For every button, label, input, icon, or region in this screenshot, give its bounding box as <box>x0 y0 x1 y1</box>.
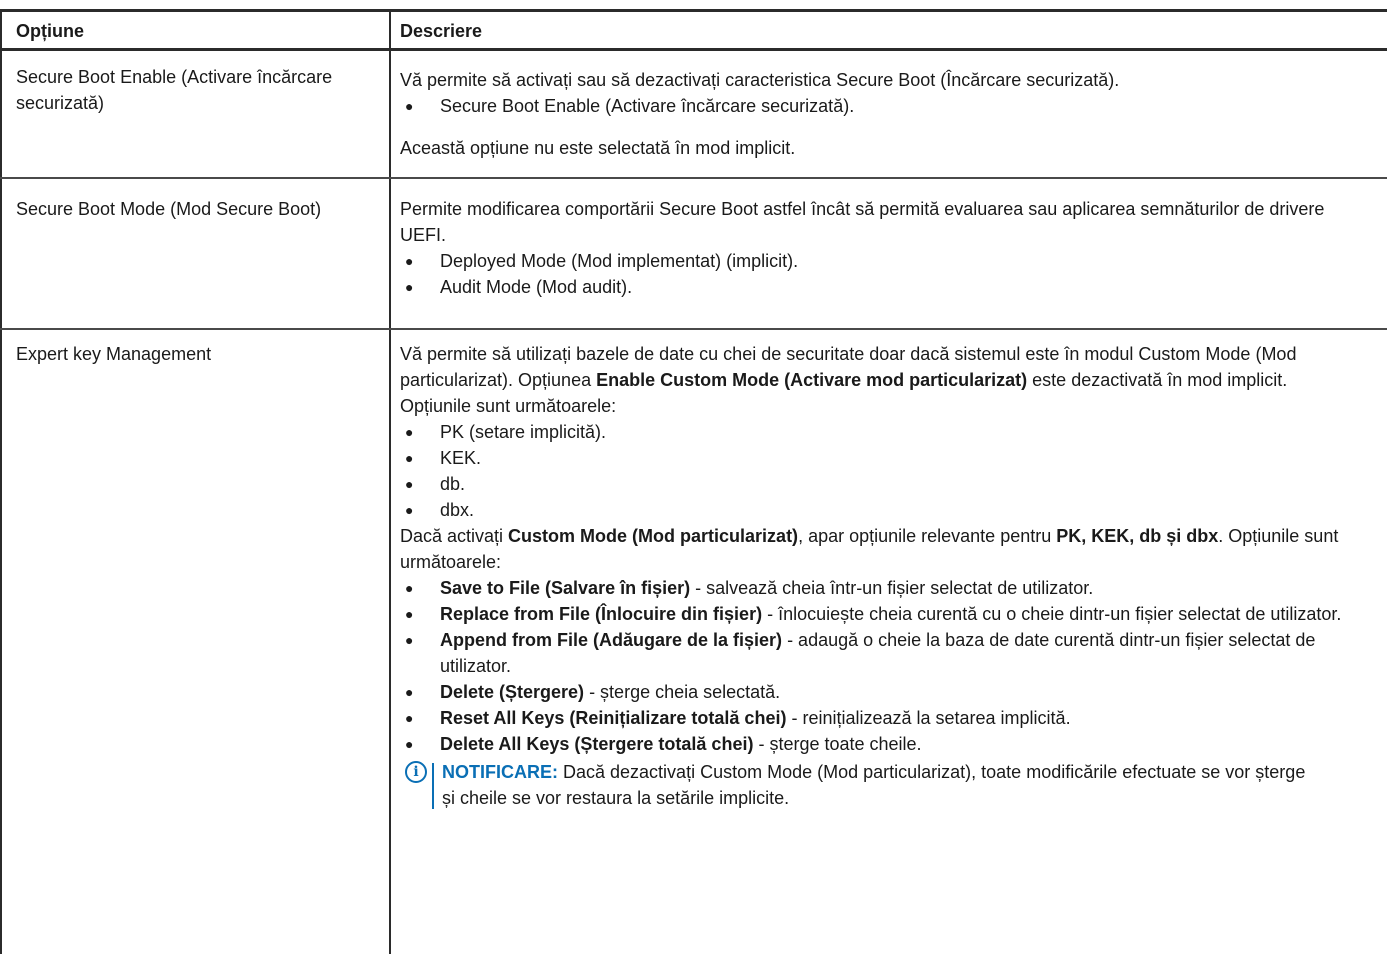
bullet-icon: ● <box>405 253 414 269</box>
description-secure-boot-mode: Permite modificarea comportării Secure B… <box>400 196 1375 300</box>
table-left-border <box>0 9 2 954</box>
bullet-icon: ● <box>405 632 414 648</box>
note-label: NOTIFICARE: <box>442 762 558 782</box>
list-item: ● PK (setare implicită). <box>400 419 1375 445</box>
description-text: Această opțiune nu este selectată în mod… <box>400 138 796 158</box>
bullet-icon: ● <box>405 684 414 700</box>
list-item: ● Reset All Keys (Reinițializare totală c… <box>400 705 1375 731</box>
list-item-text: KEK. <box>440 448 482 468</box>
header-bottom-border <box>0 48 1387 51</box>
list-item: ● Delete All Keys (Ștergere totală chei) … <box>400 731 1375 757</box>
options-table: Opțiune Descriere Secure Boot Enable (Ac… <box>0 0 1387 954</box>
list-item: ● dbx. <box>400 497 1375 523</box>
bullet-icon: ● <box>405 606 414 622</box>
row-divider <box>0 177 1387 179</box>
bullet-icon: ● <box>405 502 414 518</box>
list-item: ● Secure Boot Enable (Activare încărcare… <box>400 93 1375 119</box>
bullet-icon: ● <box>405 424 414 440</box>
list-item: ● Replace from File (Înlocuire din fișier… <box>400 601 1370 627</box>
list-item: ● Deployed Mode (Mod implementat) (impli… <box>400 248 1375 274</box>
list-item-text: Secure Boot Enable (Activare încărcare s… <box>440 96 855 116</box>
description-secure-boot-enable: Vă permite să activați sau să dezactivaț… <box>400 67 1375 161</box>
bullet-icon: ● <box>405 580 414 596</box>
description-text: Vă permite să utilizați bazele de date c… <box>400 344 1297 416</box>
description-expert-key-management: Vă permite să utilizați bazele de date c… <box>400 341 1375 811</box>
option-expert-key-management: Expert key Management <box>16 344 212 364</box>
option-secure-boot-mode: Secure Boot Mode (Mod Secure Boot) <box>16 199 322 219</box>
note-text: Dacă dezactivați Custom Mode (Mod partic… <box>442 762 1306 808</box>
bullet-icon: ● <box>405 98 414 114</box>
column-divider <box>389 9 391 954</box>
bullet-icon: ● <box>405 736 414 752</box>
column-header-description: Descriere <box>400 21 483 41</box>
note-accent-bar <box>432 763 434 809</box>
description-text: Dacă activați Custom Mode (Mod particula… <box>400 526 1339 572</box>
list-item-text: Audit Mode (Mod audit). <box>440 277 633 297</box>
bullet-icon: ● <box>405 450 414 466</box>
list-item: ● KEK. <box>400 445 1375 471</box>
list-item: ● Append from File (Adăugare de la fișier… <box>400 627 1370 679</box>
list-item: ● Audit Mode (Mod audit). <box>400 274 1375 300</box>
info-icon: i <box>405 761 427 783</box>
table-top-border <box>0 9 1387 12</box>
list-item-text: Deployed Mode (Mod implementat) (implici… <box>440 251 799 271</box>
list-item-text: PK (setare implicită). <box>440 422 607 442</box>
option-secure-boot-enable: Secure Boot Enable (Activare încărcare s… <box>16 67 333 113</box>
list-item-text: dbx. <box>440 500 475 520</box>
list-item: ● db. <box>400 471 1375 497</box>
note-box: i NOTIFICARE: Dacă dezactivați Custom Mo… <box>400 759 1322 811</box>
column-header-option: Opțiune <box>16 21 84 41</box>
description-text: Permite modificarea comportării Secure B… <box>400 199 1325 245</box>
bullet-icon: ● <box>405 476 414 492</box>
list-item: ● Save to File (Salvare în fișier) - salv… <box>400 575 1375 601</box>
list-item: ● Delete (Ștergere) - șterge cheia select… <box>400 679 1375 705</box>
row-divider <box>0 328 1387 330</box>
description-text: Vă permite să activați sau să dezactivaț… <box>400 70 1120 90</box>
list-item-text: db. <box>440 474 466 494</box>
bullet-icon: ● <box>405 279 414 295</box>
bullet-icon: ● <box>405 710 414 726</box>
